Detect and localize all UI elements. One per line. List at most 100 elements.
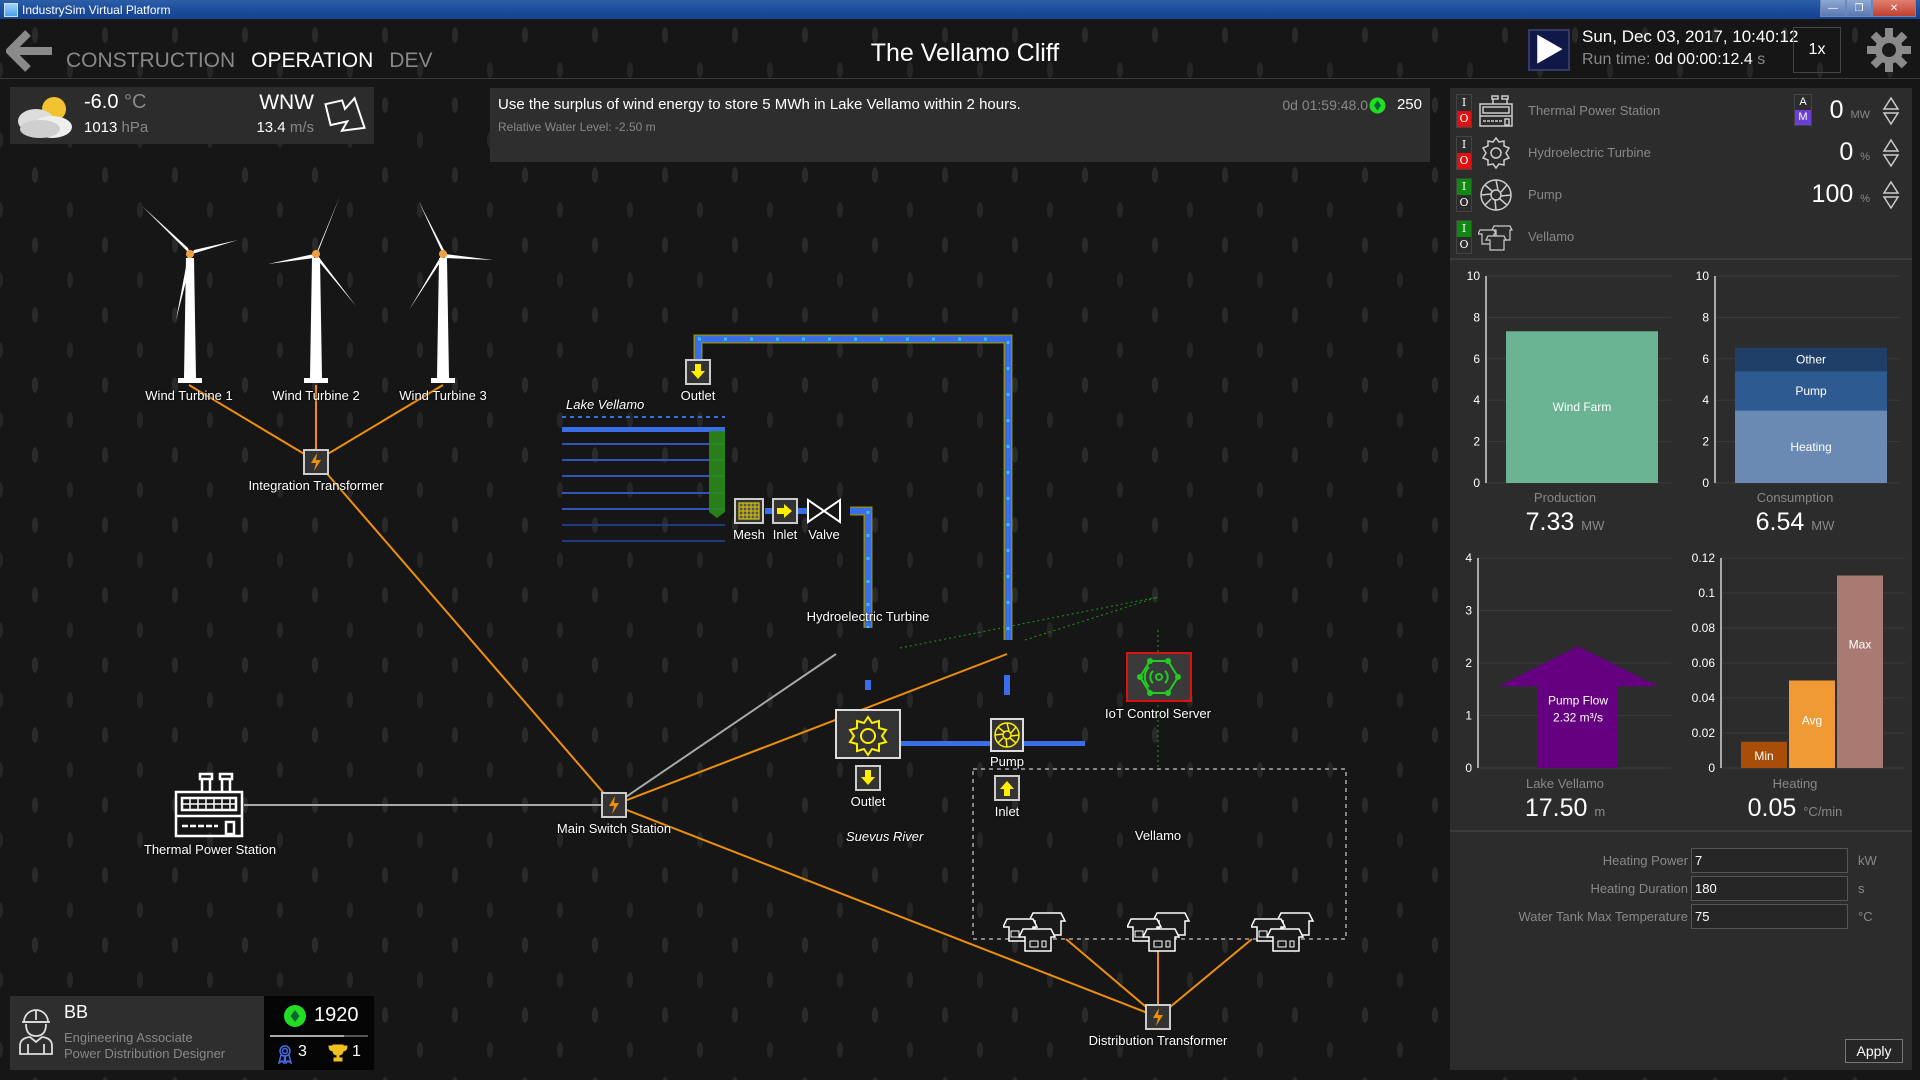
field-label: Heating Power: [1602, 853, 1688, 868]
pump-fan-icon: [994, 722, 1020, 748]
control-row-vellamo: IO Vellamo: [1456, 220, 1906, 260]
wind-turbine-3-label: Wind Turbine 3: [399, 388, 487, 403]
pump[interactable]: [990, 718, 1024, 752]
heating-label: Heating: [1772, 776, 1818, 791]
power-line-main-pump: [613, 653, 1008, 806]
unit: m: [1594, 804, 1606, 819]
unit: MW: [1581, 518, 1605, 533]
thermal-power-station-icon[interactable]: [172, 770, 246, 838]
y-tick-label: 0.08: [1692, 621, 1716, 635]
io-switch[interactable]: IO: [1456, 220, 1472, 254]
control-name: Pump: [1528, 187, 1562, 202]
app-icon: [4, 2, 18, 17]
value-stepper[interactable]: [1882, 96, 1900, 126]
score-panel: 1920 3 1: [264, 996, 374, 1070]
houses-icon[interactable]: [1251, 907, 1315, 953]
consumption-chart: 0 2 4 6 8 10 Heating Pump Other: [1696, 269, 1900, 490]
window-titlebar: IndustrySim Virtual Platform — ❐ ✕: [0, 0, 1920, 19]
hydro-outlet[interactable]: [855, 765, 881, 791]
io-switch[interactable]: IO: [1456, 178, 1472, 212]
y-tick-label: 0.02: [1692, 726, 1716, 740]
arrow-down-icon: [691, 364, 705, 379]
pump-inlet-label: Inlet: [994, 804, 1020, 819]
wind-turbine-3-icon[interactable]: [393, 190, 493, 386]
iot-server-label: IoT Control Server: [1105, 706, 1211, 721]
value-stepper[interactable]: [1882, 180, 1900, 210]
turbine-gear-icon: [848, 715, 888, 757]
houses-icon[interactable]: [1127, 907, 1191, 953]
houses-icon[interactable]: [1003, 907, 1067, 953]
hydro-outlet-label: Outlet: [850, 794, 886, 809]
trophy-count: 1: [352, 1043, 361, 1060]
consumption-value: 6.54 MW: [1756, 508, 1835, 537]
control-row-thermal: IO Thermal Power Station AM 0 MW: [1456, 94, 1906, 134]
lake-vellamo-reservoir: [562, 416, 725, 542]
wind-turbine-1-icon[interactable]: [140, 190, 240, 386]
segment-label: Heating: [1790, 440, 1831, 454]
integration-transformer[interactable]: [303, 449, 329, 475]
heating-power-input[interactable]: [1691, 848, 1848, 873]
control-name: Thermal Power Station: [1528, 103, 1661, 118]
close-button[interactable]: ✕: [1872, 0, 1916, 17]
pump-inlet[interactable]: [994, 775, 1020, 801]
segment-label: Other: [1796, 352, 1826, 366]
y-tick-label: 2: [1473, 435, 1480, 449]
mesh[interactable]: [734, 498, 764, 524]
iot-link-pump: [1024, 596, 1159, 641]
vellamo-label: Vellamo: [1134, 828, 1182, 843]
bar-max: [1837, 575, 1883, 768]
hydroelectric-turbine[interactable]: [835, 709, 901, 759]
production-value: 7.33 MW: [1526, 508, 1605, 537]
main-switch-station-label: Main Switch Station: [556, 821, 672, 836]
distribution-transformer[interactable]: [1145, 1004, 1171, 1030]
water-tank-max-temp-input[interactable]: [1691, 904, 1848, 929]
power-line-main-hydro: [613, 653, 837, 806]
io-switch[interactable]: IO: [1456, 94, 1472, 128]
bar-label: Min: [1754, 749, 1773, 763]
control-value: 0 %: [1839, 138, 1870, 167]
user-profile[interactable]: BB Engineering Associate Power Distribut…: [10, 996, 264, 1070]
river-label: Suevus River: [846, 829, 924, 844]
user-name: BB: [64, 1002, 89, 1022]
lake-outlet-label: Outlet: [680, 388, 716, 403]
valve-icon[interactable]: [806, 498, 842, 524]
y-tick-label: 8: [1702, 310, 1709, 324]
control-value: 0 MW: [1830, 96, 1870, 125]
heating-chart: 0 0.02 0.04 0.06 0.08 0.1 0.12 Min Avg Max: [1692, 551, 1905, 775]
inlet[interactable]: [772, 498, 798, 524]
speed-button[interactable]: 1x: [1793, 27, 1841, 73]
control-value: 100 %: [1812, 180, 1870, 209]
wind-turbine-1-label: Wind Turbine 1: [145, 388, 233, 403]
field-unit: s: [1858, 881, 1865, 896]
iot-control-server[interactable]: [1126, 652, 1192, 702]
lake-outlet[interactable]: [685, 359, 711, 385]
io-switch[interactable]: IO: [1456, 136, 1472, 170]
field-label: Water Tank Max Temperature: [1518, 909, 1688, 924]
play-icon: [1537, 34, 1563, 64]
value-stepper[interactable]: [1882, 138, 1900, 168]
heating-duration-input[interactable]: [1691, 876, 1848, 901]
y-tick-label: 0.12: [1692, 551, 1716, 565]
houses-icon: [1478, 225, 1513, 251]
control-name: Vellamo: [1528, 229, 1575, 244]
play-button[interactable]: [1528, 29, 1570, 71]
sim-date: Sun, Dec 03, 2017, 10:40:12: [1582, 27, 1799, 46]
value: 7.33: [1525, 508, 1575, 536]
points-progress-fill: [270, 1035, 344, 1037]
restore-button[interactable]: ❐: [1846, 0, 1872, 17]
main-switch-station[interactable]: [601, 792, 627, 818]
bar-label: Avg: [1802, 713, 1822, 727]
turbine-gear-icon: [1481, 136, 1511, 170]
unit: %: [1860, 193, 1870, 205]
auto-manual-toggle[interactable]: AM: [1794, 94, 1812, 126]
iot-network-icon: [1137, 658, 1181, 696]
wind-turbine-2-icon[interactable]: [266, 190, 366, 386]
segment-label: Pump: [1795, 384, 1827, 398]
switch-off: O: [1459, 238, 1469, 251]
y-tick-label: 10: [1696, 269, 1710, 283]
manual-option: M: [1795, 110, 1811, 125]
minimize-button[interactable]: —: [1820, 0, 1846, 17]
settings-gear-icon[interactable]: [1866, 27, 1912, 73]
arrow-value-label: 2.32 m³/s: [1553, 710, 1603, 724]
apply-button[interactable]: Apply: [1845, 1039, 1903, 1063]
